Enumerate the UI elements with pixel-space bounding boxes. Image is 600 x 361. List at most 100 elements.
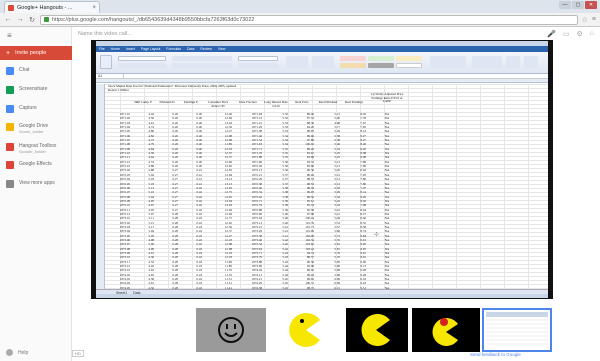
- sidebar-item-hangout-toolbox[interactable]: Hangout Toolbox Scolder_bolder: [0, 143, 72, 154]
- topbar-icons: 🎤 ▭ ⚙ ⌂: [547, 30, 594, 38]
- excel-ribbon: [96, 52, 548, 74]
- column-header: Real Dividend: [318, 100, 338, 104]
- screenshare-icon: [6, 86, 14, 94]
- sidebar-item-label: Capture: [19, 105, 37, 111]
- drive-icon: [6, 123, 14, 131]
- hamburger-menu-icon[interactable]: ≡: [7, 31, 12, 40]
- smiley-face-icon: [196, 308, 266, 352]
- style-neutral[interactable]: [396, 56, 422, 61]
- participant-thumb-pacman[interactable]: [270, 308, 342, 352]
- number-format-select[interactable]: [238, 56, 278, 61]
- font-select[interactable]: [118, 56, 166, 61]
- maximize-button[interactable]: ▢: [572, 1, 584, 9]
- pacman-dark-icon: [346, 308, 408, 352]
- mic-icon[interactable]: 🎤: [547, 30, 556, 38]
- column-header: Real Earnings: [345, 100, 363, 104]
- column-header: Cyclically Adjusted Price Earnings Ratio…: [370, 92, 404, 104]
- sidebar-item-capture[interactable]: Capture: [0, 105, 72, 113]
- url-text: https://plus.google.com/hangouts/_/db654…: [52, 16, 255, 23]
- invite-people-button[interactable]: + Invite people: [0, 46, 72, 60]
- column-header: Consumer Price Index CPI: [207, 100, 229, 108]
- alignment-buttons[interactable]: [172, 56, 232, 61]
- pacman-icon: [270, 308, 342, 352]
- browser-menu-icon[interactable]: ≡: [592, 16, 596, 23]
- mouse-cursor-icon: ⊹: [374, 232, 380, 238]
- window-controls: — ▢ ✕: [559, 1, 597, 9]
- style-bad[interactable]: [340, 56, 366, 61]
- pacman-red-icon: [412, 308, 480, 352]
- participant-thumb-pacman-red[interactable]: [412, 308, 480, 352]
- camera-icon: [6, 105, 14, 113]
- sidebar-item-chat[interactable]: Chat: [0, 67, 72, 75]
- hangout-topbar: Name this video call... 🎤 ▭ ⚙ ⌂: [72, 27, 600, 41]
- more-apps-icon: [6, 180, 14, 188]
- participant-thumb-pacman-dark[interactable]: [346, 308, 408, 352]
- add-person-icon: +: [6, 49, 11, 57]
- resolution-badge: HD: [72, 350, 84, 357]
- column-header: Earnings E: [183, 100, 199, 104]
- column-header: Long Interest Rate GS10: [264, 100, 288, 108]
- address-bar[interactable]: https://plus.google.com/hangouts/_/db654…: [40, 14, 578, 25]
- browser-toolbar: ← → ↻ https://plus.google.com/hangouts/_…: [0, 13, 600, 27]
- style-calculation[interactable]: [340, 63, 366, 68]
- wrap-merge-buttons[interactable]: [172, 63, 232, 68]
- cells-group[interactable]: [430, 56, 466, 68]
- style-check-cell[interactable]: [368, 63, 394, 68]
- help-button[interactable]: Help: [6, 349, 28, 356]
- send-feedback-link[interactable]: Send feedback to Google: [470, 352, 521, 357]
- exit-call-icon[interactable]: ⌂: [590, 30, 594, 38]
- invite-label: Invite people: [15, 50, 47, 56]
- sidebar-item-label: Google Effects: [19, 161, 52, 167]
- column-header: Dividend D: [159, 100, 175, 104]
- excel-statusbar: [96, 294, 548, 298]
- sidebar-item-screenshare[interactable]: Screenshare: [0, 86, 72, 94]
- row-numbers: [96, 84, 105, 289]
- conditional-format-button[interactable]: [286, 56, 308, 68]
- lock-icon: [44, 17, 49, 22]
- sidebar-item-google-drive[interactable]: Google Drive Scone_bolder: [0, 123, 72, 134]
- toolbox-icon: [6, 143, 14, 151]
- help-icon: [6, 349, 13, 356]
- hangout-sidebar: ≡ + Invite people Chat Screenshare Capture…: [0, 27, 72, 361]
- excel-window: File Home Insert Page Layout Formulas Data Rev…: [96, 41, 548, 298]
- sidebar-item-label: Screenshare: [19, 86, 48, 92]
- sheet-author: Robert J. Shiller: [108, 88, 129, 92]
- sidebar-item-view-more-apps[interactable]: View more apps: [0, 180, 72, 188]
- sidebar-item-label: View more apps: [19, 180, 55, 186]
- camera-toggle-icon[interactable]: ▭: [563, 30, 570, 38]
- find-select-icon[interactable]: [524, 56, 538, 68]
- help-label: Help: [18, 349, 29, 356]
- sidebar-item-google-effects[interactable]: Google Effects: [0, 161, 72, 169]
- data-table: 1871.01 4.44 0.26 0.40 12.46 1871.04 5.32 89.00…: [108, 112, 408, 298]
- video-call-name-input[interactable]: Name this video call...: [78, 31, 132, 37]
- back-icon[interactable]: ←: [4, 16, 12, 23]
- style-explanatory[interactable]: [396, 63, 422, 68]
- paste-icon[interactable]: [100, 55, 112, 69]
- close-window-button[interactable]: ✕: [585, 1, 597, 9]
- sidebar-item-label: Google Drive Scone_bolder: [19, 123, 49, 134]
- column-header: S&P Comp. P: [134, 100, 152, 104]
- sidebar-item-label: Hangout Toolbox Scolder_bolder: [19, 143, 57, 154]
- minimize-button[interactable]: —: [559, 1, 571, 9]
- name-box[interactable]: A1: [96, 74, 124, 78]
- settings-icon[interactable]: ⚙: [576, 30, 582, 38]
- forward-icon[interactable]: →: [16, 16, 24, 23]
- column-header: Date Fraction: [239, 100, 257, 104]
- number-buttons[interactable]: [238, 63, 278, 68]
- participant-thumb-screenshare[interactable]: [482, 308, 552, 352]
- style-good[interactable]: [368, 56, 394, 61]
- editing-group[interactable]: [472, 56, 502, 68]
- chat-icon: [6, 67, 14, 75]
- bookmark-star-icon[interactable]: ☆: [582, 16, 588, 24]
- participant-thumb-smiley[interactable]: [196, 308, 266, 352]
- browser-tab[interactable]: Google+ Hangouts - ... ×: [4, 1, 100, 13]
- column-header: Real Price: [295, 100, 309, 104]
- sidebar-item-label: Chat: [19, 67, 30, 73]
- tab-title: Google+ Hangouts - ...: [17, 4, 73, 11]
- sort-filter-icon[interactable]: [506, 56, 520, 68]
- format-table-button[interactable]: [312, 56, 334, 68]
- effects-icon: [6, 161, 14, 169]
- font-format-buttons[interactable]: [118, 63, 166, 68]
- reload-icon[interactable]: ↻: [28, 16, 36, 24]
- tab-close-icon[interactable]: ×: [92, 5, 96, 11]
